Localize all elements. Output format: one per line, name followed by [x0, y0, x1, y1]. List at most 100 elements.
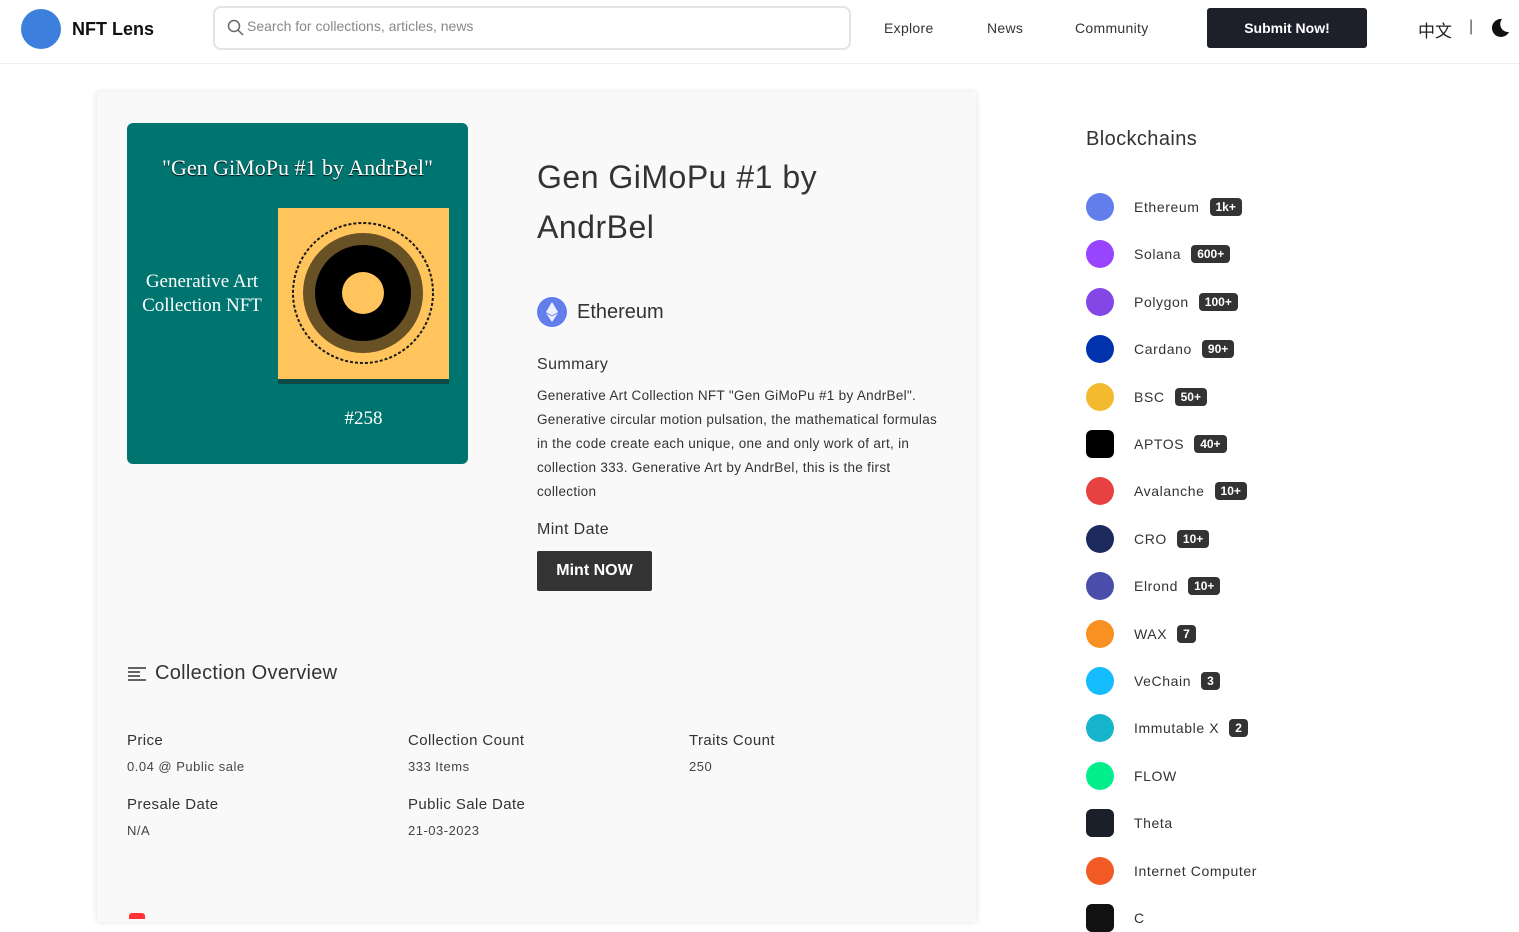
presale-date-label: Presale Date: [127, 796, 219, 813]
blockchain-item-ethereum[interactable]: Ethereum 1k+: [1086, 193, 1242, 221]
blockchain-name: Immutable X: [1134, 720, 1220, 737]
count-badge: 10+: [1176, 529, 1210, 548]
blockchain-name: Theta: [1134, 815, 1173, 832]
blockchain-name: VeChain: [1134, 673, 1192, 689]
divider: |: [1469, 18, 1474, 35]
blockchain-name: CRO: [1134, 530, 1167, 547]
bsc-icon: [1086, 382, 1114, 411]
blockchain-item-internet-computer[interactable]: Internet Computer: [1086, 856, 1258, 885]
c-icon: [1086, 904, 1114, 932]
solana-icon: [1086, 240, 1114, 269]
immutable-x-icon: [1086, 714, 1114, 743]
blockchain-name: Elrond: [1134, 578, 1179, 595]
count-badge: 40+: [1194, 435, 1227, 453]
blockchain-name: Cardano: [1134, 341, 1192, 358]
blockchain-item-polygon[interactable]: Polygon 100+: [1086, 287, 1238, 316]
avalanche-icon: [1086, 477, 1114, 506]
blockchain-item-immutable-x[interactable]: Immutable X 2: [1086, 714, 1248, 743]
chain-label: Ethereum: [537, 297, 664, 327]
public-sale-date-value: 21-03-2023: [408, 823, 480, 838]
price-value: 0.04 @ Public sale: [127, 759, 245, 774]
blockchain-name: APTOS: [1134, 436, 1185, 452]
nft-detail-card: "Gen GiMoPu #1 by AndrBel" Generative Ar…: [97, 92, 976, 922]
collection-count-label: Collection Count: [408, 732, 525, 749]
chain-name: Ethereum: [577, 300, 664, 323]
artwork-caption: "Gen GiMoPu #1 by AndrBel": [162, 155, 433, 180]
blockchain-item-cro[interactable]: CRO 10+: [1086, 524, 1210, 553]
collection-count-value: 333 Items: [408, 759, 470, 774]
language-toggle[interactable]: 中文: [1418, 17, 1452, 42]
brand-name[interactable]: NFT Lens: [72, 19, 154, 40]
blockchain-item-bsc[interactable]: BSC 50+: [1086, 382, 1207, 411]
mint-now-button[interactable]: Mint NOW: [537, 551, 652, 591]
blockchain-name: Solana: [1134, 246, 1182, 263]
blockchain-name: BSC: [1134, 388, 1165, 405]
blockchain-name: Avalanche: [1134, 483, 1205, 500]
aptos-icon: [1086, 430, 1114, 458]
traits-count-label: Traits Count: [689, 732, 775, 749]
heart-icon[interactable]: [129, 913, 145, 919]
cardano-icon: [1086, 335, 1114, 364]
overview-title: Collection Overview: [155, 662, 338, 684]
blockchain-name: Ethereum: [1134, 199, 1200, 215]
search-box[interactable]: [213, 6, 851, 50]
cro-icon: [1086, 524, 1114, 553]
elrond-icon: [1086, 572, 1114, 601]
blockchain-name: C: [1134, 910, 1145, 926]
blockchain-item-c[interactable]: C: [1086, 904, 1145, 932]
count-badge: 2: [1229, 719, 1248, 738]
blockchain-item-theta[interactable]: Theta: [1086, 809, 1173, 838]
theta-icon: [1086, 809, 1114, 838]
blockchain-name: Polygon: [1134, 293, 1189, 310]
wax-icon: [1086, 619, 1114, 648]
blockchain-item-flow[interactable]: FLOW: [1086, 761, 1177, 790]
public-sale-date-label: Public Sale Date: [408, 796, 526, 813]
vechain-icon: [1086, 667, 1114, 695]
price-label: Price: [127, 732, 164, 749]
dark-mode-moon-icon[interactable]: [1490, 18, 1510, 38]
count-badge: 1k+: [1209, 198, 1242, 216]
blockchain-item-cardano[interactable]: Cardano 90+: [1086, 335, 1235, 364]
count-badge: 10+: [1214, 482, 1247, 501]
collection-overview-heading: Collection Overview: [127, 662, 337, 685]
artwork-line1: Generative Art: [145, 271, 259, 292]
blockchain-item-solana[interactable]: Solana 600+: [1086, 240, 1231, 269]
blockchains-heading: Blockchains: [1086, 128, 1198, 150]
blockchain-item-wax[interactable]: WAX 7: [1086, 619, 1196, 648]
blockchain-name: WAX: [1134, 625, 1168, 642]
submit-now-button[interactable]: Submit Now!: [1207, 8, 1367, 48]
blockchain-item-vechain[interactable]: VeChain 3: [1086, 667, 1220, 695]
count-badge: 3: [1201, 672, 1220, 690]
blockchain-item-avalanche[interactable]: Avalanche 10+: [1086, 477, 1247, 506]
nav-news[interactable]: News: [987, 20, 1023, 36]
artwork-line2: Collection NFT: [142, 295, 262, 316]
summary-text: Generative Art Collection NFT "Gen GiMoP…: [537, 388, 938, 499]
count-badge: 600+: [1191, 245, 1231, 264]
search-input[interactable]: [247, 18, 827, 34]
blockchain-item-aptos[interactable]: APTOS 40+: [1086, 430, 1227, 458]
blockchain-name: Internet Computer: [1134, 862, 1258, 879]
flow-icon: [1086, 761, 1114, 790]
mint-date-heading: Mint Date: [537, 521, 610, 538]
nav-explore[interactable]: Explore: [884, 20, 934, 36]
internet-computer-icon: [1086, 856, 1114, 885]
nft-title: Gen GiMoPu #1 by AndrBel: [537, 159, 818, 245]
presale-date-value: N/A: [127, 823, 151, 838]
nft-artwork: "Gen GiMoPu #1 by AndrBel" Generative Ar…: [127, 123, 468, 464]
summary-heading: Summary: [537, 356, 609, 373]
polygon-icon: [1086, 287, 1114, 316]
ethereum-icon: [1086, 193, 1114, 221]
count-badge: 10+: [1188, 577, 1221, 596]
count-badge: 50+: [1174, 387, 1207, 406]
whale-logo-icon[interactable]: [21, 9, 61, 49]
blockchain-item-elrond[interactable]: Elrond 10+: [1086, 572, 1221, 601]
blockchain-name: FLOW: [1134, 767, 1177, 784]
traits-count-value: 250: [689, 759, 713, 774]
count-badge: 90+: [1201, 340, 1235, 359]
search-icon: [227, 19, 244, 36]
list-icon: [128, 666, 146, 681]
top-nav: NFT Lens Explore News Community Submit N…: [0, 0, 1519, 64]
ethereum-icon: [537, 297, 567, 327]
nav-community[interactable]: Community: [1075, 20, 1149, 36]
count-badge: 100+: [1198, 292, 1238, 311]
